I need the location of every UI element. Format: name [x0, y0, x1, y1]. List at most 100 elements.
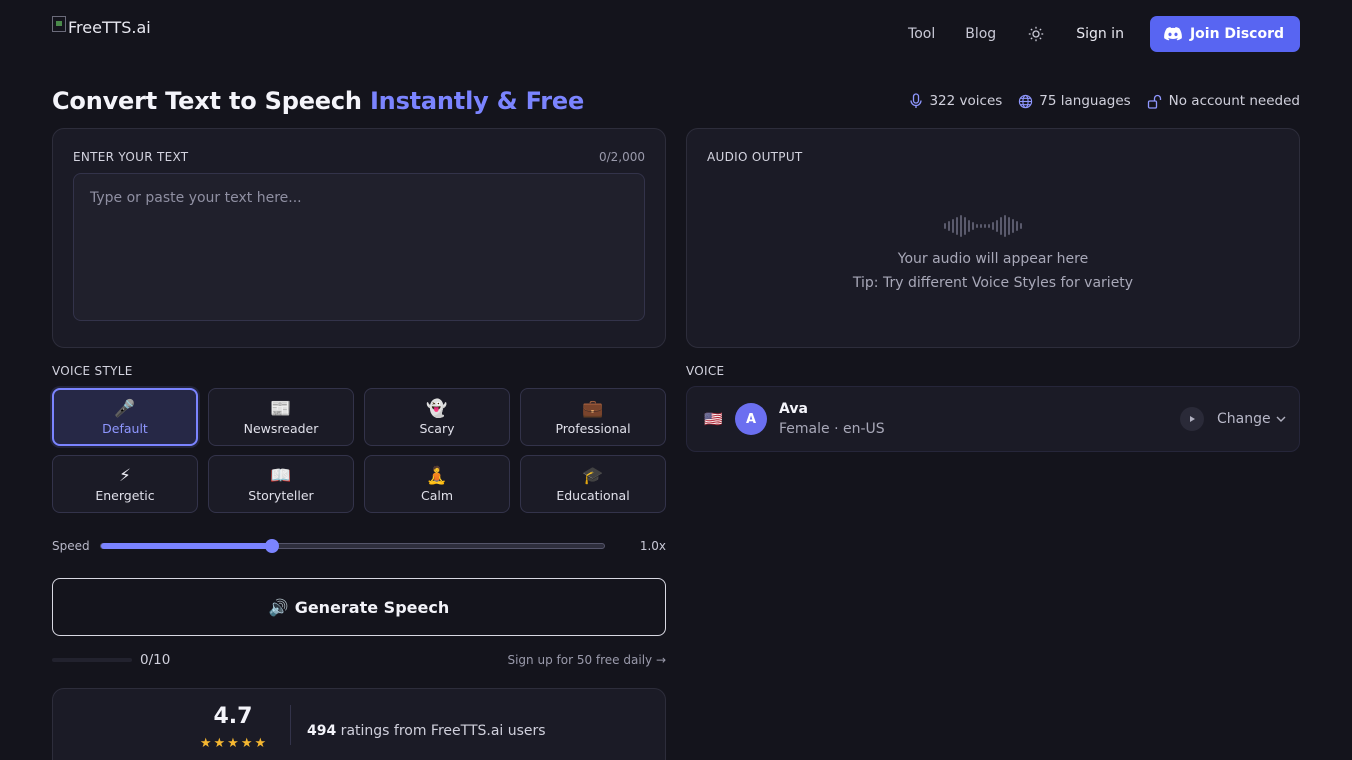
text-input-field[interactable] [73, 173, 645, 321]
speed-control: Speed 1.0x [52, 536, 666, 556]
style-label: Calm [420, 487, 454, 503]
nav-bar: Tool Blog Sign in Join Discord [908, 16, 1300, 52]
logo-alt-text: FreeTTS.ai [68, 18, 151, 37]
stat-languages-text: 75 languages [1039, 93, 1131, 109]
change-voice-button[interactable]: Change [1217, 411, 1286, 427]
waveform-bar [972, 222, 974, 230]
waveform-bar [968, 220, 970, 232]
style-label: Professional [555, 420, 631, 436]
character-count: 0/2,000 [598, 150, 645, 164]
top-navigation: FreeTTS.ai Tool Blog Sign in Join Discor… [52, 16, 1300, 52]
rating-score: 4.7 [213, 704, 253, 729]
style-calm-button[interactable]: 🧘 Calm [364, 455, 510, 513]
microphone-emoji-icon: 🎤 [114, 398, 136, 419]
waveform-bar [988, 224, 990, 228]
style-newsreader-button[interactable]: 📰 Newsreader [208, 388, 354, 446]
sun-icon [1028, 26, 1044, 42]
style-energetic-button[interactable]: ⚡ Energetic [52, 455, 198, 513]
play-icon [1190, 416, 1195, 422]
lightning-emoji-icon: ⚡ [119, 465, 131, 486]
style-default-button[interactable]: 🎤 Default [52, 388, 198, 446]
voice-label: VOICE [686, 364, 725, 378]
signup-link[interactable]: Sign up for 50 free daily → [507, 653, 666, 667]
waveform-bar [960, 215, 962, 237]
style-professional-button[interactable]: 💼 Professional [520, 388, 666, 446]
waveform-bar [956, 217, 958, 235]
style-label: Default [102, 420, 148, 436]
graduation-cap-emoji-icon: 🎓 [582, 465, 604, 486]
join-discord-button[interactable]: Join Discord [1149, 16, 1300, 52]
waveform-bar [1020, 223, 1022, 229]
rating-count: 494 [307, 723, 337, 739]
waveform-bar [948, 221, 950, 231]
speed-slider-fill [101, 543, 273, 549]
rating-divider [290, 705, 291, 745]
page-title: Convert Text to Speech Instantly & Free [52, 87, 584, 115]
us-flag-icon: 🇺🇸 [704, 410, 723, 428]
globe-icon [1019, 94, 1033, 108]
speaker-emoji-icon: 🔊 [268, 597, 289, 617]
rating-stars: ★ ★ ★ ★ ★ [193, 736, 273, 751]
usage-count: 0/10 [140, 652, 171, 668]
star-icon: ★ [199, 736, 212, 751]
style-scary-button[interactable]: 👻 Scary [364, 388, 510, 446]
join-discord-label: Join Discord [1189, 26, 1284, 42]
waveform-bar [1008, 217, 1010, 235]
stats-list: 322 voices 75 languages No account neede… [893, 93, 1300, 109]
unlock-icon [1147, 94, 1161, 109]
audio-output-panel: AUDIO OUTPUT Your audio will appear here… [686, 128, 1300, 348]
style-educational-button[interactable]: 🎓 Educational [520, 455, 666, 513]
generate-speech-button[interactable]: 🔊 Generate Speech [52, 578, 666, 636]
waveform-bar [1004, 215, 1006, 237]
ghost-emoji-icon: 👻 [426, 398, 448, 419]
nav-link-blog[interactable]: Blog [965, 26, 996, 42]
waveform-bar [1000, 217, 1002, 235]
waveform-bar [952, 219, 954, 233]
waveform-bar [984, 224, 986, 228]
star-icon: ★ [227, 736, 239, 751]
change-voice-label: Change [1217, 411, 1271, 427]
waveform-bar [944, 223, 946, 229]
text-input-panel: ENTER YOUR TEXT 0/2,000 [52, 128, 666, 348]
style-label: Storyteller [248, 487, 314, 503]
waveform-bar [980, 224, 982, 228]
theme-toggle-button[interactable] [1026, 24, 1046, 44]
hero-row: Convert Text to Speech Instantly & Free … [52, 84, 1300, 118]
meditation-emoji-icon: 🧘 [426, 465, 448, 486]
speed-slider-thumb[interactable] [265, 539, 280, 553]
waveform-bar [996, 220, 998, 232]
discord-icon [1164, 27, 1182, 41]
text-input-label: ENTER YOUR TEXT [73, 150, 189, 164]
waveform-bar [1012, 219, 1014, 233]
briefcase-emoji-icon: 💼 [582, 398, 604, 419]
broken-image-icon [52, 16, 66, 32]
nav-link-tool[interactable]: Tool [908, 26, 935, 42]
microphone-icon [910, 93, 923, 108]
speed-value: 1.0x [639, 539, 666, 553]
generate-speech-label: Generate Speech [294, 597, 450, 617]
stat-no-account-text: No account needed [1168, 93, 1300, 109]
audio-tip: Tip: Try different Voice Styles for vari… [852, 275, 1134, 291]
audio-placeholder-message: Your audio will appear here [897, 251, 1089, 267]
rating-summary-text: ratings from FreeTTS.ai users [336, 723, 546, 739]
speed-slider[interactable] [100, 539, 605, 553]
sign-in-link[interactable]: Sign in [1076, 26, 1124, 42]
voice-meta: Female · en-US [779, 421, 885, 437]
style-label: Newsreader [243, 420, 319, 436]
style-label: Scary [419, 420, 455, 436]
voice-selector-card[interactable]: 🇺🇸 A Ava Female · en-US Change [686, 386, 1300, 452]
rating-summary: 494 ratings from FreeTTS.ai users [307, 723, 546, 739]
usage-progress-bar [52, 658, 132, 662]
waveform-icon [944, 215, 1034, 237]
waveform-bar [992, 222, 994, 230]
voice-preview-play-button[interactable] [1180, 407, 1204, 431]
star-icon: ★ [240, 736, 253, 751]
logo[interactable]: FreeTTS.ai [52, 16, 151, 52]
style-label: Energetic [95, 487, 155, 503]
usage-row: 0/10 Sign up for 50 free daily → [52, 650, 666, 670]
voice-style-label: VOICE STYLE [52, 364, 133, 378]
waveform-bar [1016, 221, 1018, 231]
style-storyteller-button[interactable]: 📖 Storyteller [208, 455, 354, 513]
page-title-main: Convert Text to Speech [52, 87, 370, 115]
stat-voices-text: 322 voices [929, 93, 1003, 109]
